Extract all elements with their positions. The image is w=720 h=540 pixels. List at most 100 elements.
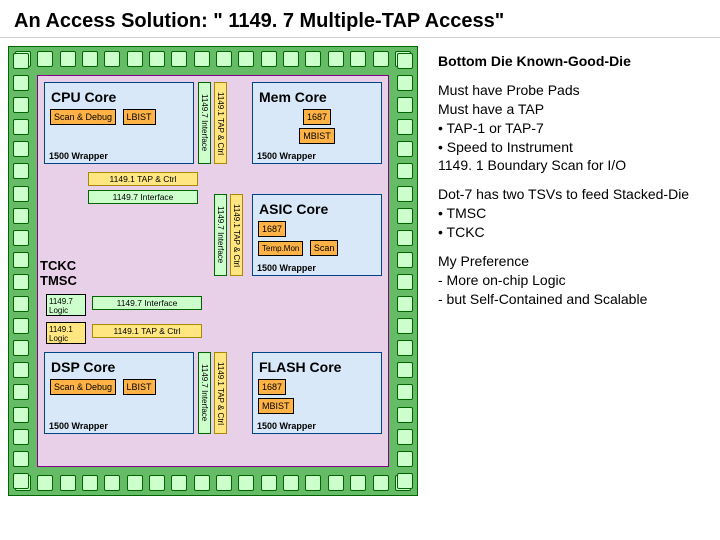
flash-core: FLASH Core 1687 MBIST 1500 Wrapper xyxy=(252,352,382,434)
bond-pad xyxy=(397,451,413,467)
asic-wrapper: 1500 Wrapper xyxy=(257,263,316,273)
dsp-scan-debug: Scan & Debug xyxy=(50,379,116,395)
bond-pad xyxy=(13,318,29,334)
bond-pad xyxy=(13,208,29,224)
bond-pad xyxy=(397,318,413,334)
bond-pad xyxy=(397,230,413,246)
bond-pad xyxy=(60,51,76,67)
bond-pad xyxy=(127,51,143,67)
dsp-lbist: LBIST xyxy=(123,379,156,395)
bond-pad xyxy=(328,51,344,67)
dsp-if7: 1149.7 Interface xyxy=(198,352,211,434)
tckc-tmsc-pins: TCKCTMSC xyxy=(40,258,77,288)
asic-scan: Scan xyxy=(310,240,339,256)
bond-pad xyxy=(13,97,29,113)
bond-pad xyxy=(397,407,413,423)
bond-pad xyxy=(60,475,76,491)
bond-pad xyxy=(397,208,413,224)
bond-pad xyxy=(13,230,29,246)
mem-core: Mem Core 1687 MBIST 1500 Wrapper xyxy=(252,82,382,164)
bond-pad xyxy=(149,51,165,67)
bond-pad xyxy=(13,451,29,467)
flash-1687: 1687 xyxy=(258,379,286,395)
bond-pad xyxy=(261,475,277,491)
bond-pad xyxy=(13,252,29,268)
pad-row-top xyxy=(15,51,411,67)
dsp-wrapper: 1500 Wrapper xyxy=(49,421,108,431)
low-tap1: 1149.1 TAP & Ctrl xyxy=(92,324,202,338)
bond-pad xyxy=(397,340,413,356)
dot7-text: Dot-7 has two TSVs to feed Stacked-Die •… xyxy=(438,185,698,242)
mem-wrapper: 1500 Wrapper xyxy=(257,151,316,161)
bond-pad xyxy=(397,141,413,157)
mem-1687: 1687 xyxy=(303,109,331,125)
cpu-wrapper: 1500 Wrapper xyxy=(49,151,108,161)
bond-pad xyxy=(194,475,210,491)
bond-pad xyxy=(397,362,413,378)
bond-pad xyxy=(397,75,413,91)
asic-1687: 1687 xyxy=(258,221,286,237)
bond-pad xyxy=(13,186,29,202)
cpu-scan-debug: Scan & Debug xyxy=(50,109,116,125)
bond-pad xyxy=(397,296,413,312)
bond-pad xyxy=(13,362,29,378)
dsp-tap1: 1149.1 TAP & Ctrl xyxy=(214,352,227,434)
bond-pad xyxy=(305,475,321,491)
bond-pad xyxy=(397,97,413,113)
logic-1149-7: 1149.7 Logic xyxy=(46,294,86,316)
bond-pad xyxy=(13,119,29,135)
bond-pad xyxy=(37,51,53,67)
bond-pad xyxy=(305,51,321,67)
bond-pad xyxy=(216,51,232,67)
dsp-core: DSP Core Scan & Debug LBIST 1500 Wrapper xyxy=(44,352,194,434)
bond-pad xyxy=(350,51,366,67)
bond-pad xyxy=(283,51,299,67)
bond-pad xyxy=(82,51,98,67)
bond-pad xyxy=(13,429,29,445)
bond-pad xyxy=(13,407,29,423)
bond-pad xyxy=(13,384,29,400)
bond-pad xyxy=(397,186,413,202)
bond-pad xyxy=(283,475,299,491)
pad-col-right xyxy=(397,53,413,489)
bond-pad xyxy=(397,53,413,69)
kgd-text: Bottom Die Known-Good-Die xyxy=(438,52,698,71)
bond-pad xyxy=(13,75,29,91)
text-column: Bottom Die Known-Good-Die Must have Prob… xyxy=(438,46,698,496)
flash-title: FLASH Core xyxy=(259,359,375,375)
pad-col-left xyxy=(13,53,29,489)
bond-pad xyxy=(397,252,413,268)
bond-pad xyxy=(171,51,187,67)
bond-pad xyxy=(373,51,389,67)
bond-pad xyxy=(37,475,53,491)
content-area: TCKCTMSC CPU Core Scan & Debug LBIST 150… xyxy=(0,38,720,504)
bond-pad xyxy=(13,53,29,69)
asic-core: ASIC Core 1687 Temp.Mon Scan 1500 Wrappe… xyxy=(252,194,382,276)
logic-1149-1: 1149.1 Logic xyxy=(46,322,86,344)
bond-pad xyxy=(397,119,413,135)
bond-pad xyxy=(149,475,165,491)
bond-pad xyxy=(397,384,413,400)
mem-title: Mem Core xyxy=(259,89,375,105)
chip-column: TCKCTMSC CPU Core Scan & Debug LBIST 150… xyxy=(8,46,428,496)
mem-mbist: MBIST xyxy=(299,128,335,144)
pad-row-bottom xyxy=(15,475,411,491)
cpu-if7: 1149.7 Interface xyxy=(198,82,211,164)
cpu-tap1: 1149.1 TAP & Ctrl xyxy=(214,82,227,164)
bond-pad xyxy=(238,475,254,491)
asic-tap1: 1149.1 TAP & Ctrl xyxy=(230,194,243,276)
bond-pad xyxy=(171,475,187,491)
must-text: Must have Probe Pads Must have a TAP • T… xyxy=(438,81,698,175)
bond-pad xyxy=(13,340,29,356)
page-title: An Access Solution: " 1149. 7 Multiple-T… xyxy=(0,0,720,38)
bond-pad xyxy=(216,475,232,491)
bond-pad xyxy=(194,51,210,67)
bond-pad xyxy=(104,475,120,491)
cpu-lbist: LBIST xyxy=(123,109,156,125)
chip-outer: TCKCTMSC CPU Core Scan & Debug LBIST 150… xyxy=(8,46,418,496)
flash-wrapper: 1500 Wrapper xyxy=(257,421,316,431)
bond-pad xyxy=(13,274,29,290)
pref-text: My Preference - More on-chip Logic - but… xyxy=(438,252,698,309)
bond-pad xyxy=(127,475,143,491)
bond-pad xyxy=(261,51,277,67)
